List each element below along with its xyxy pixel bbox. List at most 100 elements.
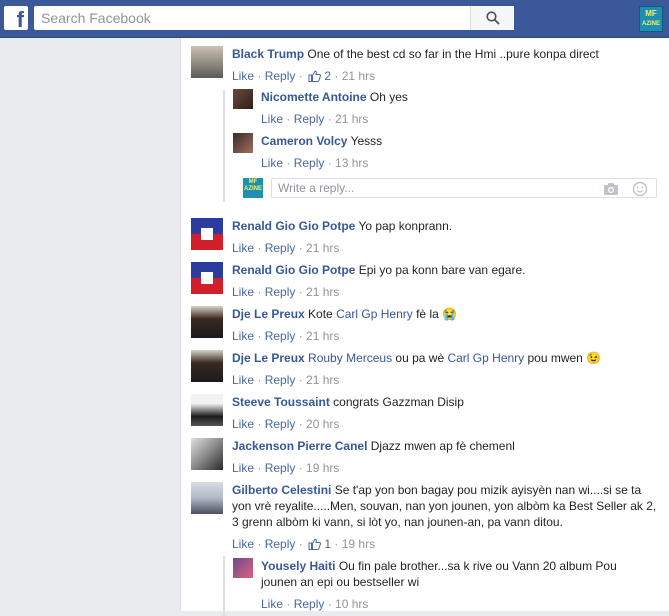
separator: · bbox=[254, 285, 265, 299]
facebook-logo-icon[interactable]: f bbox=[4, 6, 28, 30]
avatar[interactable] bbox=[191, 482, 223, 514]
comment-author[interactable]: Yousely Haiti bbox=[261, 559, 335, 573]
like-button[interactable]: Like bbox=[232, 461, 254, 475]
page-brand-logo[interactable]: MF AZINE bbox=[639, 6, 663, 32]
timestamp[interactable]: 20 hrs bbox=[306, 417, 339, 431]
comment-text: fè la 😭 bbox=[412, 307, 458, 321]
comment-author[interactable]: Nicomette Antoine bbox=[261, 90, 367, 104]
thumbs-up-icon[interactable] bbox=[308, 70, 322, 86]
comment-actions: Like · Reply · 21 hrs bbox=[232, 284, 661, 300]
avatar[interactable] bbox=[233, 89, 253, 109]
comment-actions: Like · Reply · 21 hrs bbox=[232, 240, 661, 256]
comment-author[interactable]: Jackenson Pierre Canel bbox=[232, 439, 367, 453]
reply-composer: MF AZINE bbox=[243, 178, 657, 200]
reply-button[interactable]: Reply bbox=[294, 156, 325, 170]
reply-button[interactable]: Reply bbox=[265, 373, 296, 387]
search-button[interactable] bbox=[470, 6, 514, 30]
avatar[interactable] bbox=[191, 438, 223, 470]
reply-button[interactable]: Reply bbox=[294, 112, 325, 126]
comment-author[interactable]: Black Trump bbox=[232, 47, 304, 61]
comment-text: ou pa wè bbox=[392, 351, 448, 365]
comment-author[interactable]: Renald Gio Gio Potpe bbox=[232, 219, 355, 233]
brand-logo-line1: MF bbox=[248, 179, 258, 185]
like-button[interactable]: Like bbox=[261, 112, 283, 126]
timestamp[interactable]: 21 hrs bbox=[342, 69, 375, 83]
reply-button[interactable]: Reply bbox=[265, 417, 296, 431]
separator: · bbox=[283, 597, 294, 611]
comment-text: One of the best cd so far in the Hmi ..p… bbox=[307, 47, 599, 61]
separator: · bbox=[295, 537, 307, 551]
search-input[interactable] bbox=[34, 6, 441, 30]
comment-author[interactable]: Steeve Toussaint bbox=[232, 395, 330, 409]
timestamp[interactable]: 19 hrs bbox=[342, 537, 375, 551]
mention-link[interactable]: Carl Gp Henry bbox=[336, 307, 413, 321]
separator: · bbox=[295, 285, 307, 299]
separator: · bbox=[254, 461, 265, 475]
emoji-icon[interactable] bbox=[632, 181, 648, 197]
comment-actions: Like · Reply · 2 · 21 hrs bbox=[232, 68, 661, 86]
search-box bbox=[34, 6, 514, 30]
reply-button[interactable]: Reply bbox=[294, 597, 325, 611]
like-button[interactable]: Like bbox=[232, 417, 254, 431]
timestamp[interactable]: 21 hrs bbox=[335, 112, 368, 126]
comment-actions: Like · Reply · 10 hrs bbox=[261, 596, 653, 612]
separator: · bbox=[254, 417, 265, 431]
reply-thread-line bbox=[223, 556, 225, 616]
reply-button[interactable]: Reply bbox=[265, 69, 296, 83]
reply-button[interactable]: Reply bbox=[265, 329, 296, 343]
like-button[interactable]: Like bbox=[232, 241, 254, 255]
like-button[interactable]: Like bbox=[261, 156, 283, 170]
comment-author[interactable]: Dje Le Preux bbox=[232, 307, 305, 321]
comment-text: Yo pap konprann. bbox=[358, 219, 453, 233]
timestamp[interactable]: 13 hrs bbox=[335, 156, 368, 170]
comment-actions: Like · Reply · 13 hrs bbox=[261, 155, 653, 171]
like-button[interactable]: Like bbox=[261, 597, 283, 611]
timestamp[interactable]: 21 hrs bbox=[306, 329, 339, 343]
separator: · bbox=[331, 69, 342, 83]
separator: · bbox=[324, 597, 336, 611]
thumbs-up-icon[interactable] bbox=[308, 538, 322, 554]
flag-emblem bbox=[201, 228, 213, 240]
comment-actions: Like · Reply · 19 hrs bbox=[232, 460, 661, 476]
comment-author[interactable]: Gilberto Celestini bbox=[232, 483, 331, 497]
mention-link[interactable]: Rouby Merceus bbox=[308, 351, 392, 365]
separator: · bbox=[295, 69, 307, 83]
avatar[interactable] bbox=[191, 262, 223, 294]
reply-button[interactable]: Reply bbox=[265, 285, 296, 299]
avatar[interactable] bbox=[191, 46, 223, 78]
comment-author[interactable]: Renald Gio Gio Potpe bbox=[232, 263, 355, 277]
reply-button[interactable]: Reply bbox=[265, 461, 296, 475]
avatar[interactable] bbox=[233, 133, 253, 153]
avatar[interactable] bbox=[233, 558, 253, 578]
timestamp[interactable]: 21 hrs bbox=[306, 285, 339, 299]
like-button[interactable]: Like bbox=[232, 373, 254, 387]
avatar[interactable] bbox=[191, 394, 223, 426]
comment-author[interactable]: Dje Le Preux bbox=[232, 351, 305, 365]
avatar[interactable] bbox=[191, 306, 223, 338]
avatar[interactable] bbox=[191, 218, 223, 250]
like-button[interactable]: Like bbox=[232, 329, 254, 343]
search-icon bbox=[485, 11, 500, 25]
like-button[interactable]: Like bbox=[232, 285, 254, 299]
reply-thread-line bbox=[223, 90, 225, 202]
comment-actions: Like · Reply · 21 hrs bbox=[232, 372, 661, 388]
timestamp[interactable]: 19 hrs bbox=[306, 461, 339, 475]
reply-input[interactable] bbox=[272, 179, 598, 197]
timestamp[interactable]: 10 hrs bbox=[335, 597, 368, 611]
comment-author[interactable]: Cameron Volcy bbox=[261, 134, 347, 148]
separator: · bbox=[324, 112, 336, 126]
comment-text: Djazz mwen ap fè chemenl bbox=[370, 439, 515, 453]
timestamp[interactable]: 21 hrs bbox=[306, 373, 339, 387]
reply-button[interactable]: Reply bbox=[265, 241, 296, 255]
separator: · bbox=[295, 417, 307, 431]
timestamp[interactable]: 21 hrs bbox=[306, 241, 339, 255]
separator: · bbox=[254, 69, 265, 83]
comment-text: Kote bbox=[308, 307, 337, 321]
like-button[interactable]: Like bbox=[232, 69, 254, 83]
avatar[interactable] bbox=[191, 350, 223, 382]
mention-link[interactable]: Carl Gp Henry bbox=[447, 351, 524, 365]
comment-text: congrats Gazzman Disip bbox=[333, 395, 464, 409]
like-button[interactable]: Like bbox=[232, 537, 254, 551]
camera-icon[interactable] bbox=[603, 181, 619, 197]
reply-button[interactable]: Reply bbox=[265, 537, 296, 551]
